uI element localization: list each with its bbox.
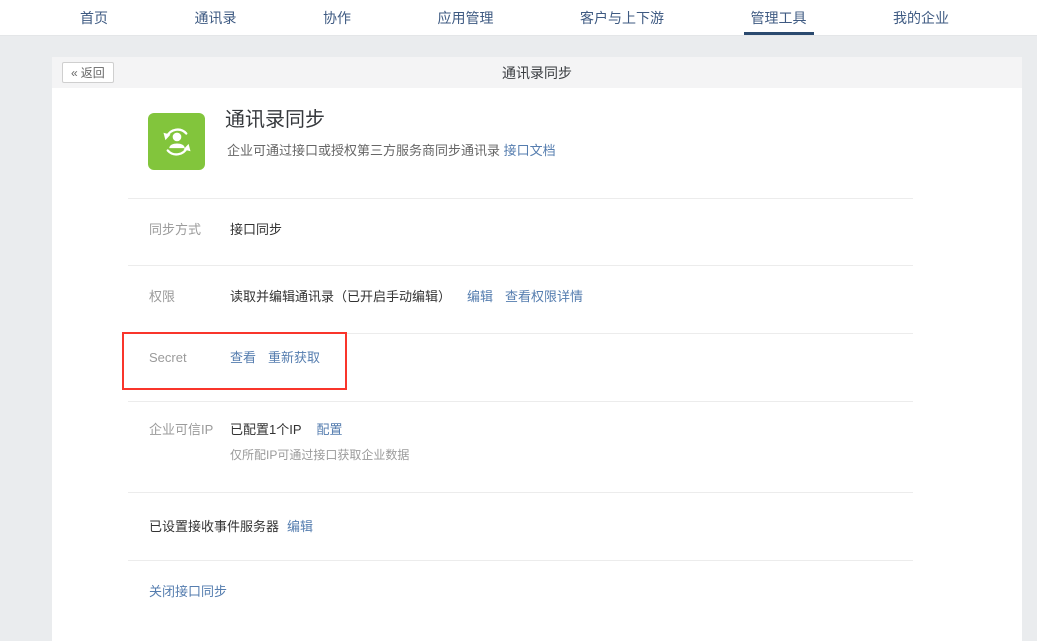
nav-item-my-company[interactable]: 我的企业 — [893, 0, 949, 35]
top-nav: 首页 通讯录 协作 应用管理 客户与上下游 管理工具 我的企业 — [0, 0, 1037, 36]
sync-method-label: 同步方式 — [149, 221, 230, 239]
app-description-text: 企业可通过接口或授权第三方服务商同步通讯录 — [227, 143, 500, 158]
nav-item-admin-tools[interactable]: 管理工具 — [751, 0, 807, 35]
secret-view-link[interactable]: 查看 — [230, 349, 256, 367]
divider — [128, 198, 913, 199]
card-header: « 返回 通讯录同步 — [52, 57, 1022, 88]
trusted-ip-label: 企业可信IP — [149, 421, 230, 439]
divider — [128, 401, 913, 402]
page-title: 通讯录同步 — [52, 63, 1022, 83]
trusted-ip-value: 已配置1个IP — [230, 422, 301, 437]
row-sync-method: 同步方式 接口同步 — [149, 221, 282, 239]
permission-edit-link[interactable]: 编辑 — [467, 288, 493, 306]
contact-sync-icon — [148, 113, 205, 170]
divider — [128, 265, 913, 266]
permission-detail-link[interactable]: 查看权限详情 — [505, 288, 583, 306]
sync-method-value: 接口同步 — [230, 221, 282, 239]
app-title: 通讯录同步 — [225, 103, 325, 132]
nav-item-collaboration[interactable]: 协作 — [323, 0, 351, 35]
permission-value: 读取并编辑通讯录（已开启手动编辑） — [230, 288, 451, 306]
divider — [128, 560, 913, 561]
divider — [128, 492, 913, 493]
app-description: 企业可通过接口或授权第三方服务商同步通讯录 接口文档 — [227, 140, 556, 159]
secret-label: Secret — [149, 349, 230, 367]
secret-refresh-link[interactable]: 重新获取 — [268, 349, 320, 367]
row-secret: Secret 查看 重新获取 — [149, 349, 320, 367]
permission-label: 权限 — [149, 288, 230, 306]
trusted-ip-config-link[interactable]: 配置 — [317, 422, 343, 437]
api-doc-link[interactable]: 接口文档 — [504, 143, 556, 158]
content-card: « 返回 通讯录同步 通讯录同步 企业可通过接口或授权第三方服务商同步通讯录 接… — [52, 57, 1022, 641]
nav-item-contacts[interactable]: 通讯录 — [195, 0, 237, 35]
nav-item-customers[interactable]: 客户与上下游 — [580, 0, 664, 35]
row-event-server: 已设置接收事件服务器 编辑 — [149, 518, 313, 536]
row-permission: 权限 读取并编辑通讯录（已开启手动编辑） 编辑 查看权限详情 — [149, 288, 583, 306]
event-server-text: 已设置接收事件服务器 — [149, 518, 279, 536]
nav-item-home[interactable]: 首页 — [80, 0, 108, 35]
row-close-sync: 关闭接口同步 — [149, 583, 227, 601]
close-api-sync-link[interactable]: 关闭接口同步 — [149, 583, 227, 601]
row-trusted-ip: 企业可信IP 已配置1个IP 配置 仅所配IP可通过接口获取企业数据 — [149, 421, 409, 464]
event-server-edit-link[interactable]: 编辑 — [287, 518, 313, 536]
nav-item-app-management[interactable]: 应用管理 — [438, 0, 494, 35]
divider — [128, 333, 913, 334]
trusted-ip-hint: 仅所配IP可通过接口获取企业数据 — [230, 446, 409, 464]
